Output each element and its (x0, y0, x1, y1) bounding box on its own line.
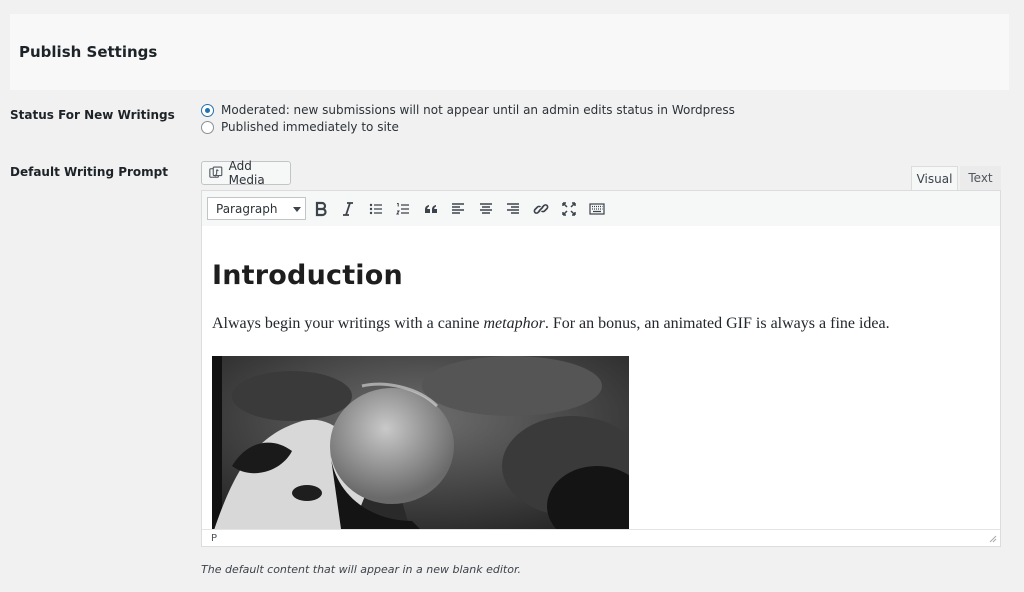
status-setting-label: Status For New Writings (10, 108, 175, 122)
radio-label-moderated: Moderated: new submissions will not appe… (221, 103, 735, 117)
add-media-label: Add Media (228, 159, 265, 187)
resize-handle-icon[interactable] (989, 535, 997, 543)
toolbar-toggle-icon (589, 203, 605, 215)
align-right-button[interactable] (503, 199, 523, 219)
radio-button-moderated[interactable] (201, 103, 214, 117)
italic-button[interactable] (338, 199, 358, 219)
blockquote-icon (425, 205, 437, 213)
content-heading: Introduction (212, 260, 403, 291)
paragraph-text-end: . For an bonus, an animated GIF is alway… (544, 315, 890, 332)
format-select[interactable]: Paragraph (207, 197, 306, 220)
section-title: Publish Settings (19, 43, 158, 61)
bold-button[interactable] (311, 199, 331, 219)
chevron-down-icon (293, 207, 301, 212)
align-center-button[interactable] (476, 199, 496, 219)
bullet-list-button[interactable] (366, 199, 386, 219)
align-center-icon (480, 203, 492, 214)
prompt-setting-label: Default Writing Prompt (10, 165, 168, 179)
add-media-button[interactable]: Add Media (201, 159, 291, 187)
editor-statusbar: P (201, 529, 1001, 547)
radio-option-published[interactable]: Published immediately to site (201, 120, 399, 134)
italic-icon (343, 202, 353, 216)
bullet-list-icon (369, 203, 382, 215)
fullscreen-button[interactable] (559, 199, 579, 219)
tab-text[interactable]: Text (960, 166, 1001, 190)
fullscreen-icon (562, 202, 576, 216)
link-button[interactable] (531, 199, 551, 219)
prompt-description: The default content that will appear in … (201, 563, 521, 576)
bold-icon (315, 201, 327, 217)
paragraph-text-start: Always begin your writings with a canine (212, 315, 484, 332)
element-path[interactable]: P (211, 533, 217, 544)
radio-label-published: Published immediately to site (221, 120, 399, 134)
format-select-value: Paragraph (216, 201, 278, 216)
radio-button-published[interactable] (201, 120, 214, 134)
animated-gif-image (212, 356, 629, 530)
tab-visual[interactable]: Visual (911, 166, 958, 190)
link-icon (533, 204, 549, 214)
numbered-list-icon (396, 203, 409, 215)
align-left-icon (452, 203, 464, 214)
numbered-list-button[interactable] (393, 199, 413, 219)
align-left-button[interactable] (448, 199, 468, 219)
editor-toolbar: Paragraph (201, 190, 1001, 227)
media-icon (209, 166, 223, 178)
align-right-icon (507, 203, 519, 214)
content-paragraph: Always begin your writings with a canine… (212, 315, 890, 333)
editor-content-area[interactable]: Introduction Always begin your writings … (201, 226, 1001, 530)
radio-option-moderated[interactable]: Moderated: new submissions will not appe… (201, 103, 735, 117)
toolbar-toggle-button[interactable] (587, 199, 607, 219)
blockquote-button[interactable] (421, 199, 441, 219)
dog-and-child-photo (212, 356, 629, 530)
section-header: Publish Settings (10, 14, 1009, 90)
paragraph-emphasis: metaphor (483, 315, 545, 332)
